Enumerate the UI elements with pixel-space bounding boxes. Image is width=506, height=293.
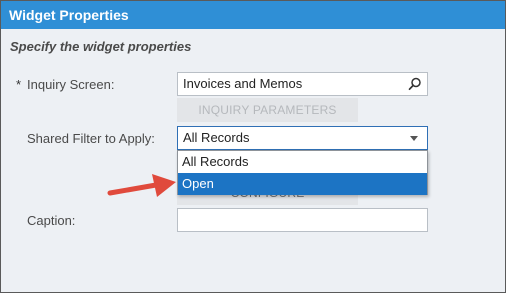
dropdown-option-all-records[interactable]: All Records <box>178 151 427 173</box>
inquiry-screen-field[interactable]: Invoices and Memos <box>177 72 428 96</box>
inquiry-parameters-button[interactable]: INQUIRY PARAMETERS <box>177 98 358 122</box>
inquiry-screen-value: Invoices and Memos <box>183 76 303 91</box>
caption-label: Caption: <box>27 213 76 228</box>
shared-filter-value: All Records <box>183 130 250 145</box>
shared-filter-label: Shared Filter to Apply: <box>27 131 155 146</box>
dialog-subtitle: Specify the widget properties <box>10 39 192 54</box>
inquiry-screen-label: Inquiry Screen: <box>27 77 115 92</box>
shared-filter-dropdown-list: All Records Open <box>177 150 428 195</box>
caption-input[interactable] <box>177 208 428 232</box>
chevron-down-icon[interactable] <box>410 136 418 141</box>
required-marker: * <box>16 77 22 92</box>
search-icon[interactable] <box>408 77 422 91</box>
shared-filter-select[interactable]: All Records <box>177 126 428 150</box>
annotation-arrow-icon <box>107 174 176 197</box>
dropdown-option-open[interactable]: Open <box>178 173 427 195</box>
dialog-title: Widget Properties <box>1 1 505 29</box>
widget-properties-dialog: Widget Properties Specify the widget pro… <box>0 0 506 293</box>
